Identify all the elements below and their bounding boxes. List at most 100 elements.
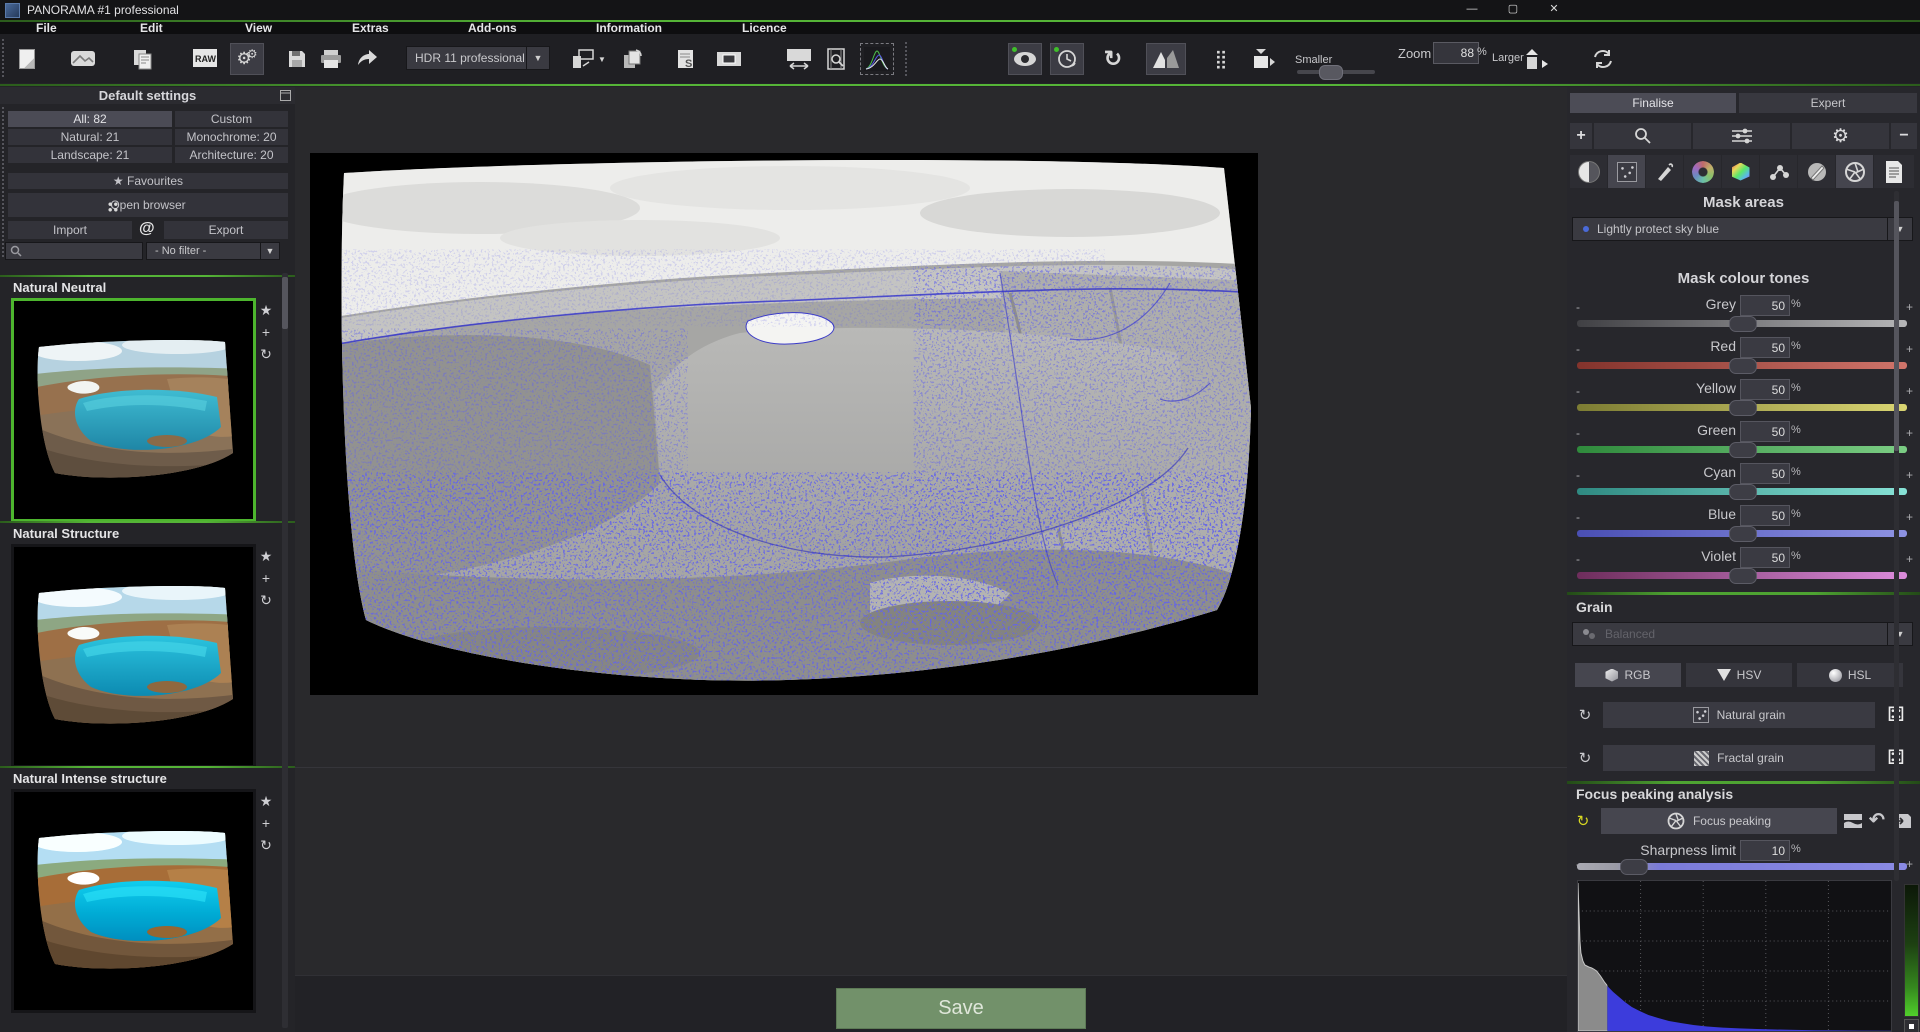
compare-layers-icon[interactable]: [1841, 809, 1865, 833]
add-variant-icon[interactable]: +: [257, 815, 275, 837]
slider-handle[interactable]: [1729, 358, 1757, 374]
scrollbar-thumb[interactable]: [282, 277, 288, 329]
favourite-star-icon[interactable]: ★: [257, 793, 275, 815]
contrast-tool-icon[interactable]: [1570, 155, 1607, 188]
print-icon[interactable]: [314, 43, 348, 75]
reset-fractal-grain-icon[interactable]: ↻: [1573, 746, 1597, 770]
project-preset-dropdown[interactable]: HDR 11 professional ▼: [406, 46, 550, 70]
preview-magnifier-icon[interactable]: [820, 43, 854, 75]
export-button[interactable]: Export: [164, 221, 288, 239]
filter-architecture-button[interactable]: Architecture: 20: [175, 147, 288, 163]
sharpness-limit-slider[interactable]: [1577, 863, 1907, 870]
minimize-button[interactable]: —: [1455, 0, 1489, 19]
save-button[interactable]: Save: [836, 988, 1086, 1029]
natural-grain-button[interactable]: Natural grain: [1603, 702, 1875, 728]
refresh-preset-icon[interactable]: ↻: [257, 346, 275, 368]
toolbar-drag-handle[interactable]: [2, 39, 6, 77]
red-slider[interactable]: [1577, 362, 1907, 369]
preset-thumbnail-natural-structure[interactable]: [11, 544, 256, 768]
export-share-icon[interactable]: [350, 43, 384, 75]
colour-cube-icon[interactable]: [1722, 155, 1759, 188]
report-document-icon[interactable]: [1874, 155, 1914, 188]
slider-handle[interactable]: [1729, 568, 1757, 584]
menu-addons[interactable]: Add-ons: [468, 21, 517, 35]
add-variant-icon[interactable]: +: [257, 324, 275, 346]
panel-drag-handle[interactable]: [2, 107, 6, 257]
zoom-stepper[interactable]: [1520, 43, 1558, 75]
grey-value-input[interactable]: [1740, 295, 1790, 316]
aperture-icon[interactable]: [1836, 155, 1873, 188]
close-button[interactable]: ✕: [1537, 0, 1571, 19]
redo-icon[interactable]: ↻: [1096, 43, 1130, 75]
hsv-mode-button[interactable]: HSV: [1686, 663, 1792, 687]
add-variant-icon[interactable]: +: [257, 570, 275, 592]
maximize-button[interactable]: ▢: [1496, 0, 1530, 19]
cyan-slider[interactable]: [1577, 488, 1907, 495]
add-filter-button[interactable]: +: [1570, 123, 1592, 149]
fractal-grain-button[interactable]: Fractal grain: [1603, 745, 1875, 771]
grain-area-tool-icon[interactable]: [1608, 155, 1645, 188]
refresh-preset-icon[interactable]: ↻: [257, 592, 275, 614]
violet-value-input[interactable]: [1740, 547, 1790, 568]
menu-licence[interactable]: Licence: [742, 21, 787, 35]
workflow-dropdown-arrow-icon[interactable]: ▼: [595, 43, 609, 75]
grey-slider[interactable]: [1577, 320, 1907, 327]
rotate-view-icon[interactable]: [1586, 43, 1620, 75]
zoom-input[interactable]: [1433, 42, 1479, 64]
grain-preset-dropdown[interactable]: Balanced ▼: [1572, 622, 1913, 646]
menu-file[interactable]: File: [36, 21, 57, 35]
reset-natural-grain-icon[interactable]: ↻: [1573, 703, 1597, 727]
search-tools-button[interactable]: [1594, 123, 1691, 149]
filter-monochrome-button[interactable]: Monochrome: 20: [175, 129, 288, 145]
preset-filter-dropdown[interactable]: - No filter - ▼: [146, 242, 280, 260]
green-slider[interactable]: [1577, 446, 1907, 453]
filter-all-button[interactable]: All: 82: [8, 111, 172, 127]
slider-handle[interactable]: [1729, 400, 1757, 416]
crop-frame-icon[interactable]: [712, 43, 746, 75]
refresh-preset-icon[interactable]: ↻: [257, 837, 275, 859]
slider-handle[interactable]: [1729, 316, 1757, 332]
before-after-icon[interactable]: [1146, 43, 1186, 75]
favourite-star-icon[interactable]: ★: [257, 302, 275, 324]
pin-panel-icon[interactable]: [280, 90, 291, 101]
yellow-slider[interactable]: [1577, 404, 1907, 411]
blue-value-input[interactable]: [1740, 505, 1790, 526]
panel-scrollbar[interactable]: [1894, 191, 1899, 881]
panorama-preview-image[interactable]: [310, 153, 1258, 695]
split-view-dots-icon[interactable]: ⣿: [1204, 43, 1238, 75]
raw-development-icon[interactable]: RAW: [188, 43, 222, 75]
settings-gears-icon[interactable]: ⚙⚙: [230, 43, 264, 75]
filter-natural-button[interactable]: Natural: 21: [8, 129, 172, 145]
sharpness-value-input[interactable]: [1740, 840, 1790, 861]
menu-information[interactable]: Information: [596, 21, 662, 35]
rgb-mode-button[interactable]: RGB: [1575, 663, 1681, 687]
batch-stack-icon[interactable]: [616, 43, 650, 75]
fit-view-icon[interactable]: [1246, 43, 1280, 75]
preset-list-scrollbar[interactable]: [282, 273, 288, 1028]
slider-handle[interactable]: [1729, 442, 1757, 458]
undo-icon[interactable]: ↶: [1865, 808, 1889, 832]
thumbnail-size-slider[interactable]: [1297, 70, 1375, 74]
violet-slider[interactable]: [1577, 572, 1907, 579]
open-browser-button[interactable]: Open browser: [8, 193, 288, 217]
retouch-pen-icon[interactable]: [1646, 155, 1683, 188]
blue-slider[interactable]: [1577, 530, 1907, 537]
image-script-icon[interactable]: S: [670, 43, 704, 75]
menu-extras[interactable]: Extras: [352, 21, 389, 35]
adjustments-button[interactable]: [1693, 123, 1790, 149]
yellow-value-input[interactable]: [1740, 379, 1790, 400]
mask-area-dropdown[interactable]: Lightly protect sky blue ▼: [1572, 217, 1913, 241]
import-button[interactable]: Import: [8, 221, 132, 239]
red-value-input[interactable]: [1740, 337, 1790, 358]
green-value-input[interactable]: [1740, 421, 1790, 442]
histogram-icon[interactable]: [860, 43, 894, 75]
thumbnail-size-knob[interactable]: [1319, 65, 1343, 80]
slider-handle[interactable]: [1620, 859, 1648, 875]
new-document-icon[interactable]: [10, 43, 44, 75]
preset-search-input[interactable]: [5, 242, 143, 260]
hsl-mode-button[interactable]: HSL: [1797, 663, 1903, 687]
scrollbar-thumb[interactable]: [1894, 201, 1899, 451]
filter-landscape-button[interactable]: Landscape: 21: [8, 147, 172, 163]
cyan-value-input[interactable]: [1740, 463, 1790, 484]
favourite-star-icon[interactable]: ★: [257, 548, 275, 570]
